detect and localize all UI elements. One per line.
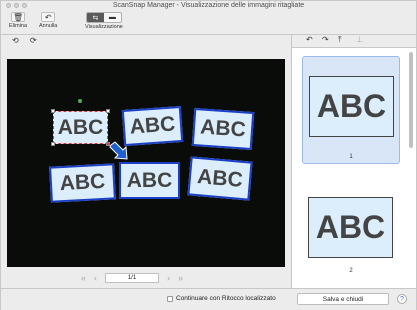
resize-handle[interactable]	[51, 142, 55, 146]
card-text: ABC	[128, 112, 176, 139]
view-control: ⇆ ▬ Visualizzazione	[85, 12, 123, 30]
move-top-icon[interactable]: ⤒	[338, 35, 342, 45]
thumbnail-image: ABC	[309, 76, 394, 137]
card-text: ABC	[196, 164, 244, 192]
help-icon[interactable]: ?	[397, 294, 407, 304]
scrollbar[interactable]	[409, 52, 413, 148]
bottom-bar: Continuare con Ritocco localizzato Salva…	[1, 288, 416, 310]
save-and-close-button[interactable]: Salva e chiudi	[297, 293, 389, 305]
undo-label: Annulla	[39, 23, 58, 29]
rotate-right-icon[interactable]: ⟳	[30, 36, 37, 45]
crop-card-1[interactable]: ABC	[53, 111, 108, 144]
undo-button[interactable]: ↶ Annulla	[39, 12, 57, 29]
card-text: ABC	[126, 168, 173, 192]
card-text: ABC	[199, 115, 247, 142]
first-page-icon[interactable]: «	[81, 273, 86, 283]
prev-page-icon[interactable]: ‹	[94, 273, 97, 283]
rotate-left-icon[interactable]: ⟲	[12, 36, 19, 45]
title-bar: ScanSnap Manager - Visualizzazione delle…	[1, 1, 416, 10]
view-label: Visualizzazione	[85, 24, 123, 30]
view-single-icon[interactable]: ▬	[103, 13, 121, 22]
crop-card-4[interactable]: ABC	[49, 163, 116, 203]
delete-label: Elimina	[9, 23, 28, 29]
retouch-checkbox-label[interactable]: Continuare con Ritocco localizzato	[176, 295, 276, 302]
thumbnail-list[interactable]: ABC 1 ABC 2	[292, 47, 416, 288]
thumb-rotate-right-icon[interactable]: ↷	[322, 35, 329, 44]
app-window: ScanSnap Manager - Visualizzazione delle…	[0, 0, 417, 310]
crop-card-3[interactable]: ABC	[191, 107, 255, 151]
rotate-handle[interactable]	[78, 99, 82, 103]
card-text: ABC	[57, 115, 104, 139]
resize-handle[interactable]	[51, 109, 55, 113]
undo-icon: ↶	[41, 12, 56, 22]
toolbar: 🗑 Elimina ↶ Annulla ⇆ ▬ Visualizzazione	[1, 10, 416, 35]
last-page-icon[interactable]: »	[178, 273, 183, 283]
image-canvas[interactable]: ABC ABC ABC ABC ABC ABC	[7, 59, 285, 267]
canvas-toolbar: ⟲ ⟳	[1, 35, 291, 46]
thumbnail-number: 2	[349, 268, 353, 274]
thumb-text: ABC	[316, 88, 387, 124]
move-arrow-icon	[109, 141, 128, 160]
next-page-icon[interactable]: ›	[167, 273, 170, 283]
thumb-text: ABC	[315, 209, 386, 245]
thumbnail-image: ABC	[308, 197, 393, 258]
thumbnail-item[interactable]: ABC 1	[302, 56, 400, 164]
trash-icon: 🗑	[11, 12, 26, 22]
thumbnail-number: 1	[349, 154, 353, 160]
resize-handle[interactable]	[106, 109, 110, 113]
delete-button[interactable]: 🗑 Elimina	[9, 12, 27, 29]
view-crop-icon[interactable]: ⇆	[86, 13, 104, 22]
card-text: ABC	[59, 169, 106, 196]
insert-icon[interactable]: ⊥	[356, 35, 363, 44]
crop-card-5[interactable]: ABC	[119, 162, 180, 199]
retouch-checkbox[interactable]	[167, 296, 173, 302]
page-field[interactable]: 1/1	[105, 273, 160, 283]
thumbnail-toolbar: ↶ ↷ ⤒ ⊥	[292, 35, 416, 46]
window-title: ScanSnap Manager - Visualizzazione delle…	[112, 2, 305, 9]
crop-card-6[interactable]: ABC	[187, 156, 253, 201]
thumb-rotate-left-icon[interactable]: ↶	[306, 35, 313, 44]
crop-card-2[interactable]: ABC	[121, 105, 184, 147]
thumbnail-item[interactable]: ABC 2	[302, 178, 400, 286]
pager: « ‹ 1/1 › »	[81, 271, 211, 285]
view-segmented-control: ⇆ ▬	[85, 12, 122, 23]
